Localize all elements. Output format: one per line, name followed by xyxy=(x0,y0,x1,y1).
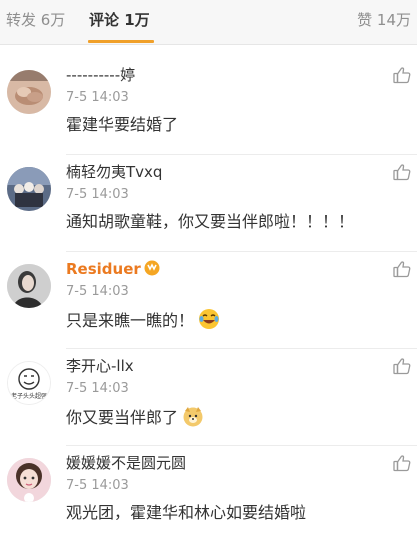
avatar-caption: 老子头头超强 xyxy=(11,392,47,400)
comment-item: Residuer 7-5 14:03 只是来瞧一瞧的！ xyxy=(0,251,417,348)
avatar[interactable]: 老子头头超强 xyxy=(7,361,51,405)
comment-text: 你又要当伴郎了 xyxy=(66,405,204,433)
username-text[interactable]: Residuer xyxy=(66,260,141,278)
tab-forward[interactable]: 转发 6万 xyxy=(6,9,65,31)
comment-username[interactable]: ----------婷 xyxy=(66,65,135,85)
comment-text: 霍建华要结婚了 xyxy=(66,115,179,134)
thumbs-up-icon[interactable] xyxy=(392,162,412,182)
comment-item: 楠轻勿夷Tvxq 7-5 14:03 通知胡歌童鞋，你又要当伴郎啦！！！！ xyxy=(0,154,417,251)
comment-time: 7-5 14:03 xyxy=(66,90,129,105)
comment-username[interactable]: Residuer xyxy=(66,259,160,281)
avatar[interactable] xyxy=(7,264,51,308)
comment-username[interactable]: 媛媛媛不是圆元圆 xyxy=(66,453,186,473)
active-tab-indicator xyxy=(88,40,154,43)
vip-badge-icon xyxy=(144,260,160,281)
comment-item: 老子头头超强 李开心-llx 7-5 14:03 你又要当伴郎了 xyxy=(0,348,417,445)
comment-text: 通知胡歌童鞋，你又要当伴郎啦！！！！ xyxy=(66,212,355,231)
comment-time: 7-5 14:03 xyxy=(66,381,129,396)
avatar[interactable] xyxy=(7,458,51,502)
comment-text-body: 你又要当伴郎了 xyxy=(66,408,179,427)
comment-tabs-bar: 转发 6万 评论 1万 赞 14万 xyxy=(0,0,417,45)
thumbs-up-icon[interactable] xyxy=(392,356,412,376)
comment-time: 7-5 14:03 xyxy=(66,478,129,493)
thumbs-up-icon[interactable] xyxy=(392,259,412,279)
comment-text-body: 只是来瞧一瞧的！ xyxy=(66,311,195,330)
comment-item: 媛媛媛不是圆元圆 7-5 14:03 观光团，霍建华和林心如要结婚啦 xyxy=(0,445,417,535)
doge-emoji-icon xyxy=(182,405,204,433)
avatar[interactable] xyxy=(7,70,51,114)
comment-text: 只是来瞧一瞧的！ xyxy=(66,308,220,336)
comment-username[interactable]: 楠轻勿夷Tvxq xyxy=(66,162,162,182)
tab-comments[interactable]: 评论 1万 xyxy=(89,9,150,31)
laughing-tears-emoji-icon xyxy=(198,308,220,336)
comment-time: 7-5 14:03 xyxy=(66,187,129,202)
thumbs-up-icon[interactable] xyxy=(392,453,412,473)
comment-time: 7-5 14:03 xyxy=(66,284,129,299)
tab-likes[interactable]: 赞 14万 xyxy=(357,9,411,31)
comment-username[interactable]: 李开心-llx xyxy=(66,356,134,376)
comment-item: ----------婷 7-5 14:03 霍建华要结婚了 xyxy=(0,57,417,154)
avatar[interactable] xyxy=(7,167,51,211)
thumbs-up-icon[interactable] xyxy=(392,65,412,85)
comment-text: 观光团，霍建华和林心如要结婚啦 xyxy=(66,503,307,522)
